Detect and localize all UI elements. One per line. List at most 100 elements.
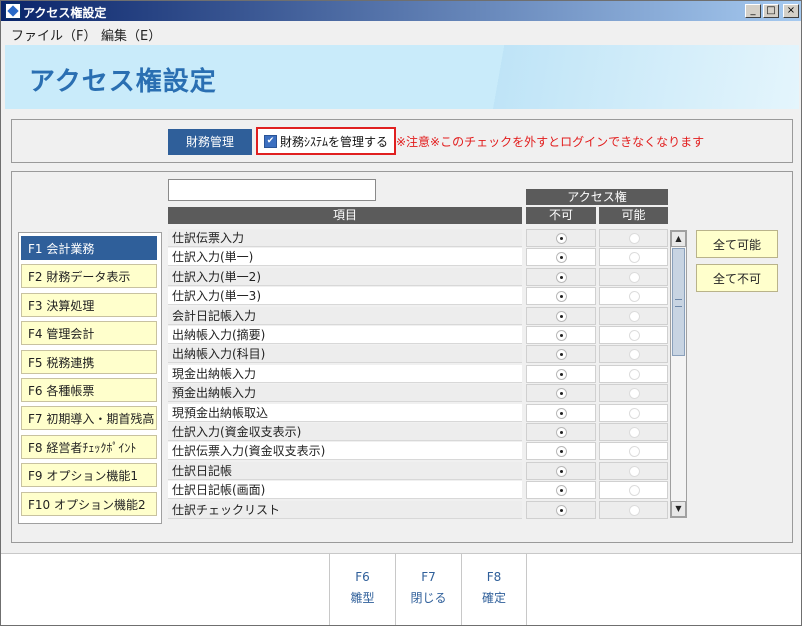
warning-text: ※注意※このチェックを外すとログインできなくなります <box>396 135 705 149</box>
cell-allowed <box>599 500 668 519</box>
scroll-up-icon[interactable]: ▲ <box>671 231 686 247</box>
radio-allowed[interactable] <box>629 504 640 516</box>
menu-bar: ファイル（F） 編集（E） <box>1 21 801 44</box>
row-item-name: 仕訳伝票入力 <box>168 229 522 247</box>
radio-not-allowed[interactable] <box>556 252 567 264</box>
cell-allowed <box>599 287 668 306</box>
function-key-f7-button[interactable]: F7 閉じる <box>395 554 461 625</box>
column-header-allowed: 可能 <box>599 207 668 224</box>
radio-not-allowed[interactable] <box>556 368 567 380</box>
row-item-name: 仕訳入力(資金収支表示) <box>168 423 522 441</box>
cell-not-allowed <box>526 306 596 325</box>
category-item[interactable]: F10 オプション機能2 <box>21 491 157 516</box>
radio-allowed[interactable] <box>629 427 640 438</box>
cell-not-allowed <box>526 384 596 403</box>
radio-allowed[interactable] <box>629 388 640 400</box>
cell-allowed <box>599 461 668 480</box>
radio-not-allowed[interactable] <box>556 271 567 283</box>
minimize-button[interactable]: _ <box>745 4 761 18</box>
header-banner: アクセス権設定 <box>5 45 799 109</box>
radio-not-allowed[interactable] <box>556 233 567 244</box>
radio-allowed[interactable] <box>629 349 640 361</box>
category-item[interactable]: F3 決算処理 <box>21 292 157 317</box>
scroll-down-icon[interactable]: ▼ <box>671 501 686 517</box>
radio-allowed[interactable] <box>629 271 640 283</box>
menu-file[interactable]: ファイル（F） <box>11 25 96 44</box>
table-row: 仕訳入力(単一3) <box>168 287 680 306</box>
row-item-name: 仕訳入力(単一3) <box>168 287 522 306</box>
category-item[interactable]: F2 財務データ表示 <box>21 264 157 289</box>
radio-allowed[interactable] <box>629 485 640 497</box>
category-item[interactable]: F5 税務連携 <box>21 349 157 374</box>
category-item[interactable]: F9 オプション機能1 <box>21 463 157 488</box>
category-item[interactable]: F8 経営者ﾁｪｯｸﾎﾟｲﾝﾄ <box>21 434 157 459</box>
row-item-name: 預金出納帳入力 <box>168 384 522 403</box>
checkbox-label[interactable]: 財務ｼｽﾃﾑを管理する <box>280 133 388 150</box>
grip-icon <box>675 299 682 307</box>
category-list: F1 会計業務 F2 財務データ表示 F3 決算処理 F4 管理会計 F5 税務連携 F6… <box>18 232 162 524</box>
cell-allowed <box>599 423 668 441</box>
cell-not-allowed <box>526 442 596 461</box>
cell-allowed <box>599 345 668 364</box>
radio-not-allowed[interactable] <box>556 310 567 322</box>
radio-not-allowed[interactable] <box>556 465 567 477</box>
cell-not-allowed <box>526 248 596 267</box>
radio-not-allowed[interactable] <box>556 446 567 458</box>
function-key-label: 雛型 <box>350 591 375 605</box>
category-item[interactable]: F1 会計業務 <box>21 236 157 260</box>
radio-not-allowed[interactable] <box>556 407 567 419</box>
cell-allowed <box>599 248 668 267</box>
search-input[interactable] <box>168 179 376 201</box>
radio-allowed[interactable] <box>629 368 640 380</box>
radio-not-allowed[interactable] <box>556 330 567 341</box>
function-key-f6-button[interactable]: F6 雛型 <box>329 554 395 625</box>
financial-management-button[interactable]: 財務管理 <box>168 129 252 155</box>
function-key-code: F6 <box>355 570 370 584</box>
radio-allowed[interactable] <box>629 446 640 458</box>
row-item-name: 出納帳入力(摘要) <box>168 326 522 344</box>
page-title: アクセス権設定 <box>29 67 217 97</box>
radio-allowed[interactable] <box>629 407 640 419</box>
app-icon <box>5 3 21 19</box>
set-all-allowed-button[interactable]: 全て可能 <box>696 230 778 258</box>
manage-financial-checkbox[interactable]: ✔ 財務ｼｽﾃﾑを管理する <box>256 127 396 155</box>
radio-allowed[interactable] <box>629 310 640 322</box>
radio-not-allowed[interactable] <box>556 504 567 516</box>
scroll-thumb[interactable] <box>672 248 685 356</box>
category-item[interactable]: F4 管理会計 <box>21 321 157 346</box>
radio-not-allowed[interactable] <box>556 388 567 400</box>
row-item-name: 出納帳入力(科目) <box>168 345 522 364</box>
cell-not-allowed <box>526 461 596 480</box>
row-item-name: 仕訳日記帳(画面) <box>168 481 522 500</box>
radio-allowed[interactable] <box>629 291 640 303</box>
set-all-not-allowed-button[interactable]: 全て不可 <box>696 264 778 292</box>
function-key-f8-button[interactable]: F8 確定 <box>461 554 527 625</box>
table-row: 仕訳入力(単一2) <box>168 267 680 287</box>
table-row: 仕訳伝票入力 <box>168 229 680 248</box>
function-key-code: F7 <box>421 570 436 584</box>
vertical-scrollbar[interactable]: ▲ ▼ <box>670 230 687 518</box>
cell-allowed <box>599 384 668 403</box>
category-item[interactable]: F7 初期導入・期首残高 <box>21 406 157 431</box>
checkmark-icon[interactable]: ✔ <box>264 135 277 148</box>
cell-not-allowed <box>526 364 596 383</box>
close-button[interactable]: × <box>783 4 799 18</box>
table-row: 仕訳日記帳(画面) <box>168 481 680 500</box>
radio-allowed[interactable] <box>629 465 640 477</box>
column-header-not-allowed: 不可 <box>526 207 596 224</box>
row-item-name: 現預金出納帳取込 <box>168 403 522 422</box>
radio-not-allowed[interactable] <box>556 427 567 438</box>
radio-allowed[interactable] <box>629 330 640 341</box>
radio-not-allowed[interactable] <box>556 349 567 361</box>
table-row: 預金出納帳入力 <box>168 384 680 403</box>
radio-not-allowed[interactable] <box>556 485 567 497</box>
cell-allowed <box>599 403 668 422</box>
function-key-label: 閉じる <box>410 591 447 605</box>
category-item[interactable]: F6 各種帳票 <box>21 378 157 402</box>
radio-allowed[interactable] <box>629 252 640 264</box>
menu-edit[interactable]: 編集（E） <box>101 25 161 44</box>
maximize-button[interactable]: □ <box>763 4 779 18</box>
radio-not-allowed[interactable] <box>556 291 567 303</box>
app-window: アクセス権設定 _ □ × ファイル（F） 編集（E） アクセス権設定 財務管理… <box>0 0 802 626</box>
radio-allowed[interactable] <box>629 233 640 244</box>
